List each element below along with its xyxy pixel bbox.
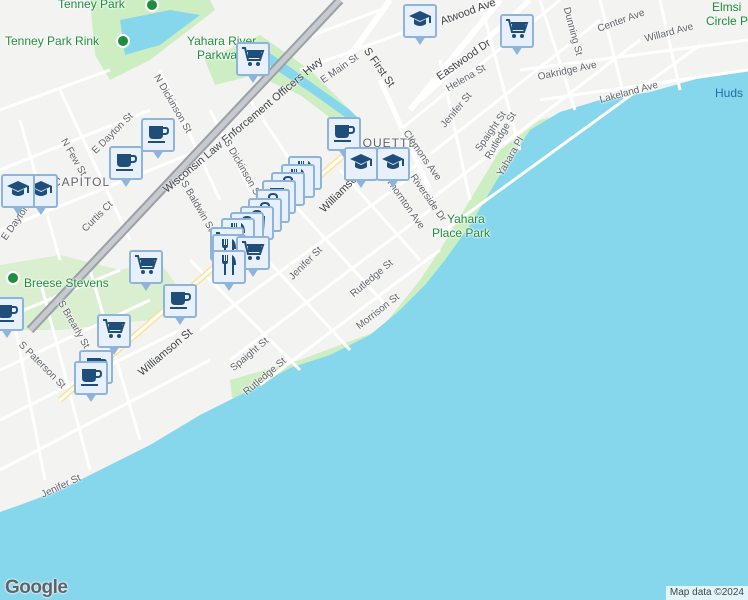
coffee-cup-icon — [168, 287, 192, 316]
park-label-yahara-place-2: Place Park — [432, 226, 491, 240]
poi-marker-education[interactable] — [403, 4, 437, 46]
coffee-cup-icon — [332, 120, 356, 149]
park-pin-icon[interactable] — [116, 34, 130, 48]
poi-marker-restaurant[interactable] — [212, 250, 246, 292]
park-label-yahara-place-1: Yahara — [447, 212, 485, 226]
water-label-hudson: Huds — [715, 86, 744, 100]
graduation-cap-icon — [381, 150, 405, 179]
graduation-cap-icon — [408, 7, 432, 36]
poi-marker-cafe[interactable] — [163, 284, 197, 326]
poi-marker-grocery[interactable] — [236, 42, 270, 84]
shopping-cart-icon — [241, 45, 265, 74]
poi-marker-education[interactable] — [344, 147, 378, 189]
water-label-elmside-2: Circle P — [706, 14, 748, 28]
google-logo: Google — [5, 577, 68, 598]
place-label-capitol: CAPITOL — [52, 175, 111, 189]
poi-marker-grocery[interactable] — [500, 14, 534, 56]
coffee-cup-icon — [114, 149, 138, 178]
park-label-tenney: Tenney Park — [58, 0, 125, 11]
shopping-cart-icon — [505, 17, 529, 46]
shopping-cart-icon — [134, 253, 158, 282]
map-canvas[interactable]: Tenney Park Tenney Park Rink Yahara Rive… — [0, 0, 748, 600]
park-label-breese-stevens: Breese Stevens — [24, 276, 109, 290]
coffee-cup-icon — [146, 121, 170, 150]
map-attribution[interactable]: Map data ©2024 — [665, 586, 748, 600]
poi-marker-education[interactable] — [1, 174, 35, 216]
shopping-cart-icon — [102, 317, 126, 346]
poi-marker-education[interactable] — [376, 147, 410, 189]
graduation-cap-icon — [349, 150, 373, 179]
poi-marker-cafe[interactable] — [74, 361, 108, 403]
coffee-cup-icon — [79, 364, 103, 393]
water-label-elmside-1: Elmsi — [712, 0, 742, 14]
coffee-cup-icon — [0, 300, 19, 329]
poi-marker-cafe[interactable] — [109, 146, 143, 188]
poi-marker-cafe[interactable] — [0, 297, 24, 339]
poi-marker-cafe[interactable] — [141, 118, 175, 160]
fork-knife-icon — [217, 253, 241, 282]
graduation-cap-icon — [6, 177, 30, 206]
poi-marker-grocery[interactable] — [129, 250, 163, 292]
park-pin-icon[interactable] — [6, 271, 20, 285]
park-label-tenney-rink: Tenney Park Rink — [5, 34, 100, 48]
